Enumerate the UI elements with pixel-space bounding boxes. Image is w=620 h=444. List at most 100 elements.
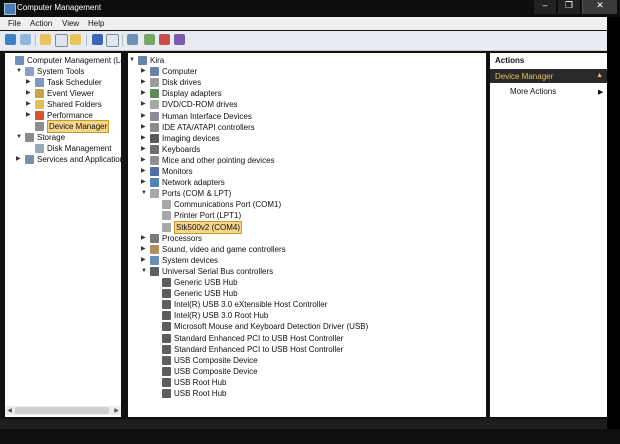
minimize-button[interactable]: ‒ — [534, 0, 556, 14]
horizontal-scrollbar[interactable]: ◀ ▶ — [5, 406, 121, 415]
computer-management-icon — [15, 56, 24, 65]
maximize-button[interactable]: ❐ — [558, 0, 580, 14]
device-tree-item[interactable]: ▶ Disk drives — [141, 77, 486, 88]
scan-hardware-icon[interactable] — [127, 34, 138, 45]
computer-management-window: Computer Management ‒ ❐ ✕ File Action Vi… — [0, 0, 620, 444]
scrollbar-thumb[interactable] — [15, 407, 109, 414]
collapsed-arrow-icon[interactable]: ▶ — [141, 244, 148, 255]
collapsed-arrow-icon[interactable]: ▶ — [26, 99, 33, 110]
device-tree-item[interactable]: ▶ Network adapters — [141, 177, 486, 188]
show-hide-tree-icon[interactable] — [55, 34, 68, 47]
collapsed-arrow-icon[interactable]: ▶ — [26, 88, 33, 99]
device-tree-item[interactable]: ▶ Keyboards — [141, 144, 486, 155]
collapsed-arrow-icon[interactable]: ▶ — [141, 88, 148, 99]
device-tree-item[interactable]: Stk500v2 (COM4) — [153, 220, 486, 234]
device-tree-item[interactable]: Communications Port (COM1) — [153, 199, 486, 210]
collapsed-arrow-icon[interactable]: ▶ — [141, 155, 148, 166]
device-tree-item[interactable]: ▶ Imaging devices — [141, 133, 486, 144]
console-tree-item[interactable]: Disk Management — [26, 143, 121, 154]
title-bar[interactable]: Computer Management ‒ ❐ ✕ — [0, 0, 620, 17]
device-tree-item[interactable]: Intel(R) USB 3.0 eXtensible Host Control… — [153, 299, 486, 310]
action-pane-icon[interactable] — [106, 34, 119, 47]
sound-icon — [150, 244, 159, 254]
menu-view[interactable]: View — [62, 19, 79, 28]
forward-icon[interactable] — [20, 34, 31, 45]
device-tree-item[interactable]: Generic USB Hub — [153, 288, 486, 299]
usb-icon — [162, 377, 171, 387]
console-tree-item-label: System Tools — [37, 67, 85, 76]
expanded-arrow-icon[interactable]: ▼ — [16, 66, 23, 77]
device-tree-item[interactable]: USB Composite Device — [153, 355, 486, 366]
collapsed-arrow-icon[interactable]: ▶ — [141, 133, 148, 144]
device-tree-item[interactable]: ▼ Ports (COM & LPT) — [141, 188, 486, 199]
collapsed-arrow-icon[interactable]: ▶ — [141, 122, 148, 133]
properties-icon[interactable] — [70, 34, 81, 45]
disable-device-icon[interactable] — [174, 34, 185, 45]
device-tree-item[interactable]: ▶ Processors — [141, 233, 486, 244]
expanded-arrow-icon[interactable]: ▼ — [129, 55, 136, 66]
console-tree-item[interactable]: Device Manager — [26, 120, 121, 133]
device-tree-item[interactable]: USB Composite Device — [153, 366, 486, 377]
usb-icon — [162, 311, 171, 321]
device-tree-item[interactable]: ▶ Mice and other pointing devices — [141, 155, 486, 166]
usb-icon — [162, 289, 171, 299]
device-tree-item[interactable]: ▶ Display adapters — [141, 88, 486, 99]
collapsed-arrow-icon[interactable]: ▶ — [141, 177, 148, 188]
collapsed-arrow-icon[interactable]: ▶ — [141, 233, 148, 244]
device-tree-item[interactable]: Microsoft Mouse and Keyboard Detection D… — [153, 321, 486, 332]
collapsed-arrow-icon[interactable]: ▶ — [141, 66, 148, 77]
device-tree-item[interactable]: Standard Enhanced PCI to USB Host Contro… — [153, 344, 486, 355]
more-actions-link[interactable]: More Actions — [510, 87, 556, 96]
collapse-icon[interactable]: ▲ — [596, 72, 603, 79]
device-tree-item[interactable]: USB Root Hub — [153, 377, 486, 388]
collapsed-arrow-icon[interactable]: ▶ — [141, 77, 148, 88]
collapsed-arrow-icon[interactable]: ▶ — [26, 110, 33, 121]
help-icon[interactable] — [92, 34, 103, 45]
device-tree-item[interactable]: ▶ System devices — [141, 255, 486, 266]
menu-file[interactable]: File — [8, 19, 21, 28]
console-tree-item[interactable]: ▶ Services and Applications — [16, 154, 128, 165]
collapsed-arrow-icon[interactable]: ▶ — [141, 166, 148, 177]
usb-icon — [150, 266, 159, 276]
device-tree-item[interactable]: ▶ Human Interface Devices — [141, 111, 486, 122]
device-tree-item-label: Network adapters — [162, 178, 225, 188]
device-tree-item[interactable]: Standard Enhanced PCI to USB Host Contro… — [153, 333, 486, 344]
console-tree-item[interactable]: ▶ Task Scheduler — [26, 77, 121, 88]
device-tree-item[interactable]: ▼ Universal Serial Bus controllers — [141, 266, 486, 277]
console-tree-item[interactable]: ▶ Event Viewer — [26, 88, 121, 99]
device-tree-item[interactable]: ▼ Kira — [129, 55, 486, 66]
back-icon[interactable] — [5, 34, 16, 45]
uninstall-icon[interactable] — [159, 34, 170, 45]
collapsed-arrow-icon[interactable]: ▶ — [141, 144, 148, 155]
device-tree-item[interactable]: Intel(R) USB 3.0 Root Hub — [153, 310, 486, 321]
update-driver-icon[interactable] — [144, 34, 155, 45]
device-tree-item[interactable]: ▶ IDE ATA/ATAPI controllers — [141, 122, 486, 133]
console-tree-item[interactable]: Computer Management (Local — [6, 55, 135, 66]
device-tree-item[interactable]: ▶ DVD/CD-ROM drives — [141, 99, 486, 110]
actions-section-device-manager[interactable]: Device Manager ▲ — [490, 69, 607, 83]
device-tree-item[interactable]: ▶ Computer — [141, 66, 486, 77]
console-tree-item[interactable]: ▼ System Tools — [16, 66, 121, 77]
expanded-arrow-icon[interactable]: ▼ — [16, 132, 23, 143]
close-button[interactable]: ✕ — [582, 0, 617, 14]
expanded-arrow-icon[interactable]: ▼ — [141, 188, 148, 199]
console-tree-item[interactable]: ▼ Storage — [16, 132, 121, 143]
collapsed-arrow-icon[interactable]: ▶ — [141, 111, 148, 122]
menu-help[interactable]: Help — [88, 19, 104, 28]
actions-section-label: Device Manager — [495, 72, 554, 81]
device-tree-item[interactable]: ▶ Sound, video and game controllers — [141, 244, 486, 255]
collapsed-arrow-icon[interactable]: ▶ — [141, 255, 148, 266]
menu-action[interactable]: Action — [30, 19, 52, 28]
device-tree-item[interactable]: ▶ Monitors — [141, 166, 486, 177]
collapsed-arrow-icon[interactable]: ▶ — [26, 77, 33, 88]
device-tree-item[interactable]: USB Root Hub — [153, 388, 486, 399]
device-tree-item-label: USB Root Hub — [174, 389, 227, 398]
console-tree-item[interactable]: ▶ Shared Folders — [26, 99, 121, 110]
scroll-left-icon[interactable]: ◀ — [5, 406, 14, 415]
collapsed-arrow-icon[interactable]: ▶ — [141, 99, 148, 110]
expanded-arrow-icon[interactable]: ▼ — [141, 266, 148, 277]
device-tree-item[interactable]: Generic USB Hub — [153, 277, 486, 288]
scroll-right-icon[interactable]: ▶ — [112, 406, 121, 415]
up-folder-icon[interactable] — [40, 34, 51, 45]
collapsed-arrow-icon[interactable]: ▶ — [16, 154, 23, 165]
